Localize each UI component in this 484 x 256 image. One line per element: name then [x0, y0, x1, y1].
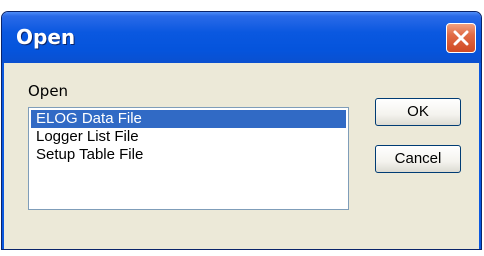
close-button[interactable] [446, 23, 476, 53]
list-item-logger-list-file[interactable]: Logger List File [31, 128, 346, 146]
dialog-body: Open ELOG Data File Logger List File Set… [2, 63, 481, 249]
file-type-listbox[interactable]: ELOG Data File Logger List File Setup Ta… [28, 107, 349, 210]
open-dialog: Open Open ELOG Data File Logger List Fil… [1, 11, 482, 250]
list-item-elog-data-file[interactable]: ELOG Data File [31, 110, 346, 128]
dialog-title: Open [16, 25, 76, 49]
title-bar[interactable]: Open [2, 12, 481, 63]
list-item-setup-table-file[interactable]: Setup Table File [31, 146, 346, 164]
list-label: Open [28, 82, 69, 100]
ok-button[interactable]: OK [375, 98, 461, 126]
close-icon [453, 30, 469, 46]
cancel-button[interactable]: Cancel [375, 145, 461, 173]
